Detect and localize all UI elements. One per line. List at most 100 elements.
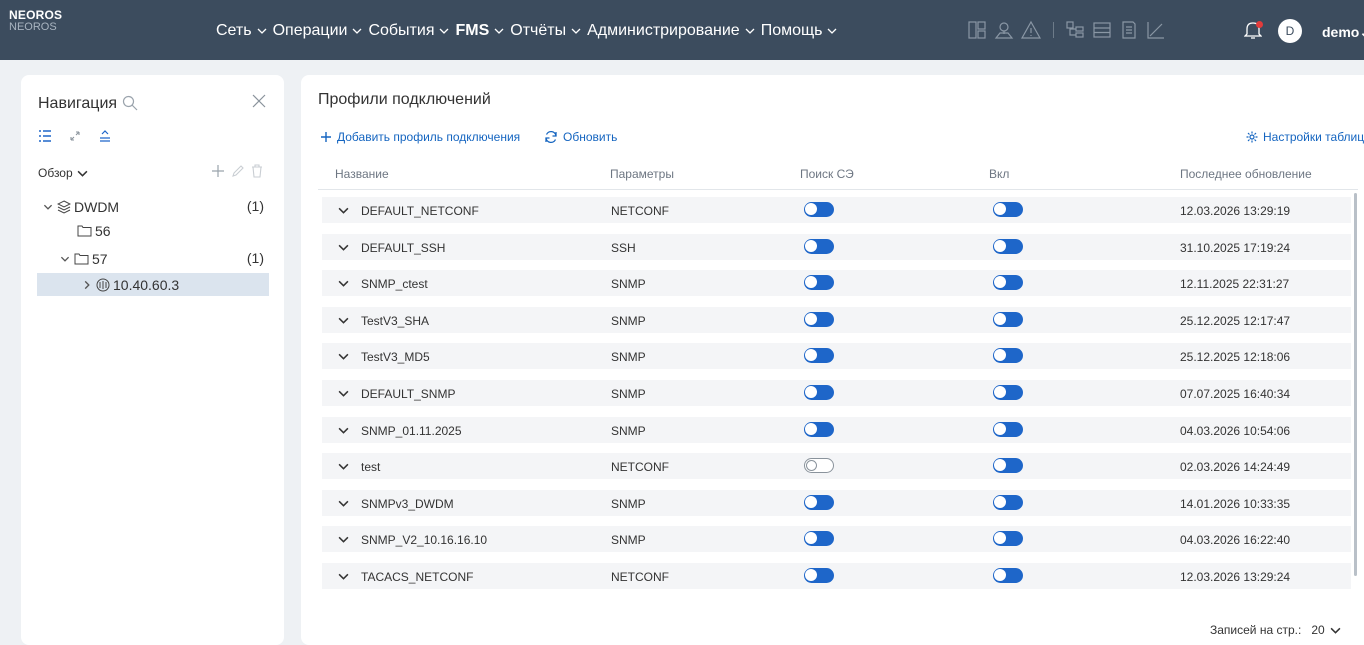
chevron-down-icon: ⌄: [1359, 24, 1364, 40]
cell-params: SNMP: [611, 277, 646, 292]
chevron-down-icon[interactable]: [338, 315, 349, 326]
tree-node-57[interactable]: 57 (1): [37, 247, 269, 270]
table-row[interactable]: TACACS_NETCONF NETCONF 12.03.2026 13:29:24: [322, 563, 1351, 589]
menu-help[interactable]: Помощь: [761, 22, 838, 40]
table-row[interactable]: TestV3_MD5 SNMP 25.12.2025 12:18:06: [322, 343, 1351, 370]
menu-operations[interactable]: Операции: [273, 22, 363, 40]
chevron-down-icon[interactable]: [338, 351, 349, 362]
warning-icon[interactable]: [1020, 19, 1042, 41]
line-chart-icon[interactable]: [1145, 19, 1167, 41]
table-row[interactable]: DEFAULT_SSH SSH 31.10.2025 17:19:24: [322, 233, 1351, 260]
enabled-toggle[interactable]: [993, 348, 1023, 364]
enabled-toggle[interactable]: [993, 238, 1023, 254]
table-icon[interactable]: [1091, 19, 1113, 41]
search-toggle[interactable]: [804, 421, 834, 437]
table-settings-button[interactable]: Настройки таблицы: [1246, 130, 1364, 144]
search-toggle[interactable]: [804, 458, 834, 474]
enabled-toggle[interactable]: [993, 568, 1023, 583]
column-header-enabled[interactable]: Вкл: [989, 167, 1009, 181]
column-header-search[interactable]: Поиск СЭ: [800, 167, 854, 181]
refresh-button[interactable]: Обновить: [544, 130, 617, 144]
edit-icon[interactable]: [231, 164, 245, 178]
close-icon[interactable]: [252, 94, 266, 108]
table-row[interactable]: TestV3_SHA SNMP 25.12.2025 12:17:47: [322, 306, 1351, 333]
tree-node-device-10-40-60-3[interactable]: 10.40.60.3: [37, 273, 269, 296]
search-toggle[interactable]: [804, 494, 834, 510]
chevron-down-icon[interactable]: [338, 278, 349, 289]
search-toggle[interactable]: [804, 275, 834, 291]
table-row[interactable]: SNMP_V2_10.16.16.10 SNMP 04.03.2026 16:22:…: [322, 526, 1351, 553]
enabled-toggle[interactable]: [993, 421, 1023, 437]
tree-node-label: 10.40.60.3: [113, 276, 180, 293]
page-size-select[interactable]: 20: [1311, 623, 1341, 637]
user-avatar[interactable]: D: [1278, 19, 1302, 43]
chevron-down-icon[interactable]: [338, 571, 349, 582]
menu-events[interactable]: События: [368, 22, 449, 40]
table-scrollbar[interactable]: [1354, 193, 1357, 576]
add-profile-button[interactable]: Добавить профиль подключения: [320, 130, 520, 144]
panels-icon[interactable]: [966, 19, 988, 41]
menu-reports[interactable]: Отчёты: [510, 22, 581, 40]
table-row[interactable]: SNMP_ctest SNMP 12.11.2025 22:31:27: [322, 270, 1351, 297]
collapse-all-icon[interactable]: [98, 129, 112, 143]
cell-updated: 12.03.2026 13:29:19: [1180, 204, 1291, 218]
menu-administration[interactable]: Администрирование: [587, 22, 755, 40]
table-row[interactable]: DEFAULT_NETCONF NETCONF 12.03.2026 13:29:1…: [322, 197, 1351, 223]
search-toggle[interactable]: [804, 348, 834, 364]
table-row[interactable]: SNMPv3_DWDM SNMP 14.01.2026 10:33:35: [322, 489, 1351, 516]
page-title: Профили подключений: [318, 91, 491, 108]
menu-operations-label: Операции: [272, 22, 348, 39]
folder-icon: [74, 253, 89, 265]
cell-updated: 04.03.2026 10:54:06: [1180, 423, 1291, 438]
cell-params: NETCONF: [611, 570, 669, 584]
table-row[interactable]: test NETCONF 02.03.2026 14:24:49: [322, 453, 1351, 480]
document-list-icon[interactable]: [1118, 19, 1140, 41]
overview-dropdown[interactable]: Обзор: [38, 166, 88, 180]
search-toggle[interactable]: [804, 311, 834, 327]
enabled-toggle[interactable]: [993, 531, 1023, 547]
app-logo[interactable]: NEOROS NEOROS: [9, 9, 62, 33]
tree-node-56[interactable]: 56: [37, 219, 269, 242]
column-header-name[interactable]: Название: [335, 167, 389, 181]
chevron-down-icon[interactable]: [338, 534, 349, 545]
enabled-toggle[interactable]: [993, 202, 1023, 217]
search-toggle[interactable]: [804, 531, 834, 547]
chevron-down-icon[interactable]: [338, 461, 349, 472]
column-header-params[interactable]: Параметры: [610, 167, 674, 181]
chevron-down-icon[interactable]: [338, 205, 349, 216]
search-toggle[interactable]: [804, 385, 834, 400]
enabled-toggle[interactable]: [993, 458, 1023, 474]
expand-icon[interactable]: [68, 129, 82, 143]
pagination: Записей на стр.: 20: [1210, 623, 1341, 637]
chevron-down-icon[interactable]: [338, 242, 349, 253]
enabled-toggle[interactable]: [993, 494, 1023, 510]
chevron-down-icon: [745, 28, 755, 34]
tree-node-dwdm[interactable]: DWDM (1): [37, 195, 269, 218]
table-row[interactable]: DEFAULT_SNMP SNMP 07.07.2025 16:40:34: [322, 380, 1351, 406]
column-header-updated[interactable]: Последнее обновление: [1180, 167, 1312, 181]
chevron-down-icon[interactable]: [338, 425, 349, 436]
enabled-toggle[interactable]: [993, 311, 1023, 327]
menu-fms[interactable]: FMS: [455, 22, 504, 40]
enabled-toggle[interactable]: [993, 275, 1023, 291]
chevron-down-icon: [257, 28, 267, 34]
navigation-toolbar: [38, 129, 112, 143]
chevron-down-icon[interactable]: [338, 388, 349, 399]
network-device-icon: [96, 278, 110, 291]
map-pin-icon[interactable]: [993, 19, 1015, 41]
trash-icon[interactable]: [251, 164, 263, 178]
search-toggle[interactable]: [804, 238, 834, 254]
chevron-down-icon[interactable]: [338, 498, 349, 509]
cell-name: TestV3_SHA: [361, 313, 430, 328]
page-size-value: 20: [1311, 623, 1325, 637]
enabled-toggle[interactable]: [993, 385, 1023, 400]
hierarchy-icon[interactable]: [1064, 19, 1086, 41]
menu-network[interactable]: Сеть: [216, 22, 267, 40]
user-menu[interactable]: demo⌄: [1322, 24, 1364, 41]
list-view-icon[interactable]: [38, 129, 52, 143]
search-toggle[interactable]: [804, 568, 834, 583]
search-icon[interactable]: [122, 95, 138, 111]
table-row[interactable]: SNMP_01.11.2025 SNMP 04.03.2026 10:54:06: [322, 416, 1351, 443]
add-icon[interactable]: [211, 164, 225, 178]
search-toggle[interactable]: [804, 202, 834, 217]
